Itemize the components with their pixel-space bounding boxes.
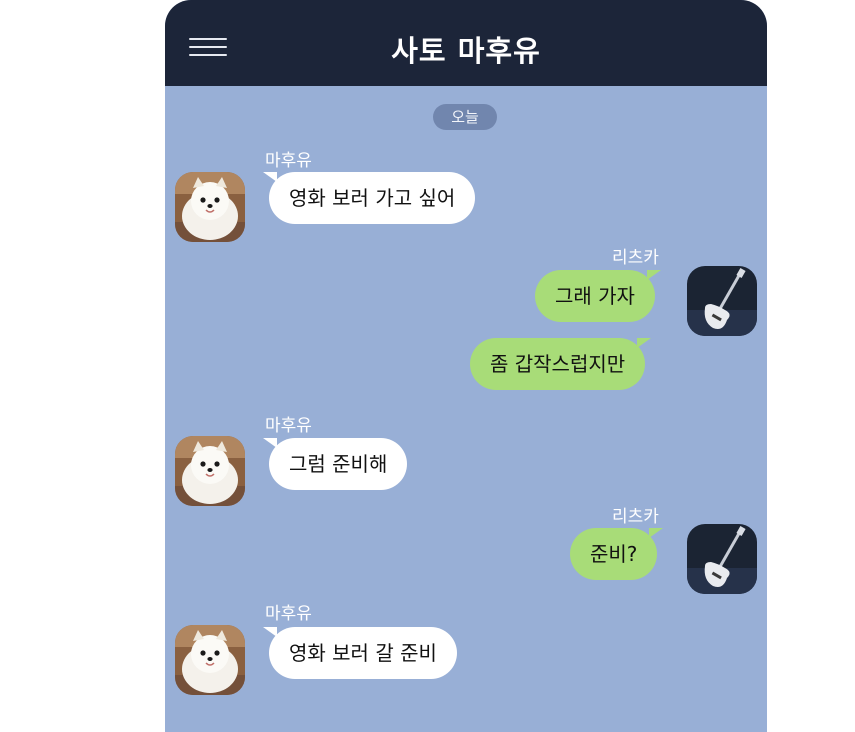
message-bubble[interactable]: 좀 갑작스럽지만 xyxy=(470,338,652,390)
pomeranian-avatar-icon[interactable] xyxy=(175,436,245,506)
sender-name: 리츠카 xyxy=(612,248,659,268)
message-bubble[interactable]: 영화 보러 갈 준비 xyxy=(263,627,457,679)
pomeranian-avatar-icon[interactable] xyxy=(175,172,245,242)
sender-name: 마후유 xyxy=(265,604,312,624)
pomeranian-avatar-icon[interactable] xyxy=(175,625,245,695)
chat-title: 사토 마후유 xyxy=(391,34,541,68)
message-bubble[interactable]: 영화 보러 가고 싶어 xyxy=(262,172,476,224)
sender-name: 리츠카 xyxy=(612,507,659,527)
sender-name: 마후유 xyxy=(265,416,312,436)
chat-window: 사토 마후유 오늘 마후유 영화 보러 가고 싶어 리츠카 그래 가자 좀 갑작… xyxy=(165,0,767,732)
chat-header: 사토 마후유 xyxy=(165,0,767,86)
message-bubble[interactable]: 그럼 준비해 xyxy=(262,438,408,490)
message-bubble[interactable]: 준비? xyxy=(570,528,664,580)
guitar-avatar-icon[interactable] xyxy=(687,524,757,594)
date-divider: 오늘 xyxy=(433,104,497,130)
sender-name: 마후유 xyxy=(265,151,312,171)
message-bubble[interactable]: 그래 가자 xyxy=(535,270,661,322)
guitar-avatar-icon[interactable] xyxy=(687,266,757,336)
